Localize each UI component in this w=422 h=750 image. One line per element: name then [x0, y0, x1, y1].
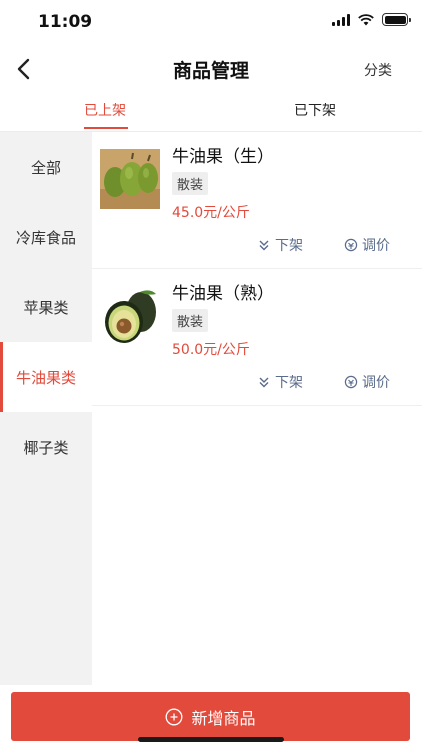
adjust-price-label: 调价: [362, 375, 390, 391]
take-down-label: 下架: [275, 238, 303, 254]
battery-icon: [382, 13, 411, 26]
status-icons: [332, 13, 411, 26]
tab-active-indicator: [84, 127, 128, 129]
price-tag-icon: [344, 238, 358, 252]
product-item[interactable]: 牛油果（熟） 散装 50.0元/公斤 下架 调价: [92, 269, 422, 406]
product-tag: 散装: [172, 172, 209, 195]
double-chevron-down-icon: [259, 240, 269, 251]
price-tag-icon: [344, 375, 358, 389]
take-down-button[interactable]: 下架: [257, 372, 303, 392]
page-title: 商品管理: [172, 60, 249, 82]
status-time: 11:09: [38, 12, 93, 32]
sidebar-item-coconuts[interactable]: 椰子类: [0, 412, 92, 482]
sidebar-item-avocados[interactable]: 牛油果类: [0, 342, 92, 412]
product-price: 45.0元/公斤: [172, 205, 250, 221]
sidebar-item-apples[interactable]: 苹果类: [0, 272, 92, 342]
product-name: 牛油果（熟）: [172, 284, 274, 304]
wifi-icon: [358, 13, 374, 25]
product-item[interactable]: 牛油果（生） 散装 45.0元/公斤 下架 调价: [92, 132, 422, 269]
add-product-label: 新增商品: [191, 708, 256, 728]
home-indicator: [138, 737, 284, 742]
product-name: 牛油果（生）: [172, 147, 274, 167]
signal-icon: [332, 13, 350, 26]
status-bar: 11:09: [0, 0, 422, 44]
product-price: 50.0元/公斤: [172, 342, 250, 358]
sidebar-item-all[interactable]: 全部: [0, 132, 92, 202]
adjust-price-button[interactable]: 调价: [344, 372, 390, 392]
adjust-price-label: 调价: [362, 238, 390, 254]
adjust-price-button[interactable]: 调价: [344, 235, 390, 255]
double-chevron-down-icon: [259, 377, 269, 388]
category-button[interactable]: 分类: [364, 60, 392, 80]
nav-bar: 商品管理 分类: [0, 44, 422, 94]
tab-off-shelf[interactable]: 已下架: [270, 100, 360, 120]
plus-circle-icon: [166, 708, 183, 725]
product-tag: 散装: [172, 309, 209, 332]
take-down-button[interactable]: 下架: [257, 235, 303, 255]
status-tabs: 已上架 已下架: [0, 94, 422, 132]
tab-on-shelf[interactable]: 已上架: [60, 100, 150, 120]
product-list: 牛油果（生） 散装 45.0元/公斤 下架 调价 牛油果（熟） 散装 50.0元…: [92, 132, 422, 406]
sidebar-item-cold-storage[interactable]: 冷库食品: [0, 202, 92, 272]
add-product-button[interactable]: 新增商品: [11, 692, 410, 741]
product-image-green-avocados: [100, 149, 160, 209]
take-down-label: 下架: [275, 375, 303, 391]
product-image-cut-avocado: [100, 286, 160, 346]
category-sidebar: 全部 冷库食品 苹果类 牛油果类 椰子类: [0, 132, 92, 685]
